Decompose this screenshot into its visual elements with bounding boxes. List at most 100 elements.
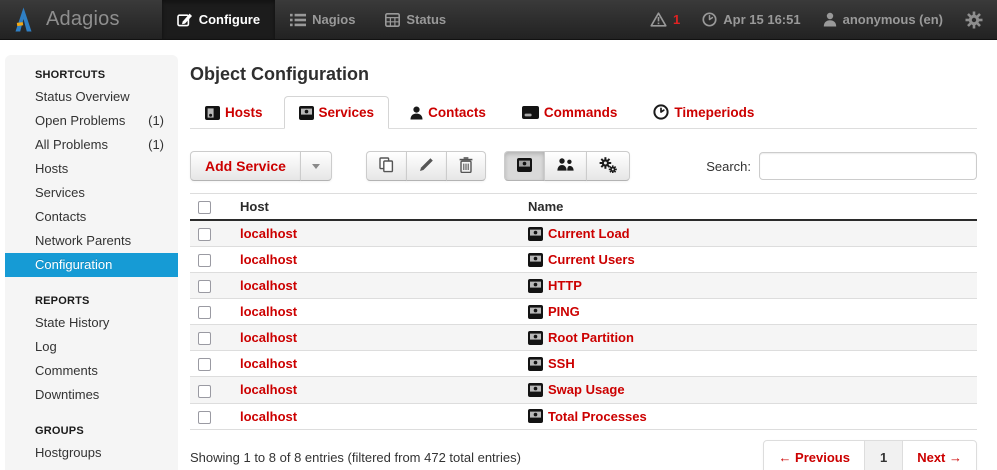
- sidebar-section-title: REPORTS: [5, 291, 178, 311]
- sidebar-item-label: Hostgroups: [35, 445, 101, 461]
- row-checkbox[interactable]: [198, 306, 211, 319]
- service-link[interactable]: Current Load: [548, 226, 630, 241]
- user-menu[interactable]: anonymous (en): [823, 12, 943, 27]
- host-link[interactable]: localhost: [240, 252, 297, 267]
- table-footer: Showing 1 to 8 of 8 entries (filtered fr…: [190, 440, 977, 470]
- host-link[interactable]: localhost: [240, 409, 297, 424]
- row-checkbox[interactable]: [198, 411, 211, 424]
- brand[interactable]: Adagios: [0, 0, 134, 39]
- copy-button[interactable]: [366, 151, 407, 181]
- table-row: localhost HTTP: [190, 273, 977, 299]
- table-body: localhost Current Load localhost: [190, 220, 977, 429]
- nav-item-label: Configure: [199, 12, 260, 27]
- command-icon: [522, 106, 539, 119]
- contact-icon: [410, 106, 423, 120]
- host-link[interactable]: localhost: [240, 382, 297, 397]
- top-nav-menu: Configure Nagios Status: [162, 0, 461, 39]
- contacts-view-button[interactable]: [544, 151, 587, 181]
- settings-view-button[interactable]: [586, 151, 630, 181]
- add-service-dropdown-button[interactable]: [300, 151, 332, 181]
- sidebar-item-open-problems[interactable]: Open Problems (1): [5, 109, 178, 133]
- sidebar-item-label: Comments: [35, 363, 98, 379]
- sidebar-item-contacts[interactable]: Contacts: [5, 205, 178, 229]
- edit-button[interactable]: [406, 151, 447, 181]
- column-header-host[interactable]: Host: [232, 194, 520, 221]
- tab-contacts[interactable]: Contacts: [395, 96, 501, 129]
- tab-label: Hosts: [225, 105, 263, 120]
- service-icon: [528, 409, 543, 423]
- service-link[interactable]: HTTP: [548, 278, 582, 293]
- sidebar-section-title: GROUPS: [5, 421, 178, 441]
- nav-item-status[interactable]: Status: [370, 0, 461, 39]
- service-icon: [528, 253, 543, 267]
- service-icon: [528, 305, 543, 319]
- sidebar-item-label: Status Overview: [35, 89, 130, 105]
- sidebar-item-label: Network Parents: [35, 233, 131, 249]
- sidebar-item-label: All Problems: [35, 137, 108, 153]
- tab-services[interactable]: Services: [284, 96, 390, 129]
- sidebar-item-configuration[interactable]: Configuration: [5, 253, 178, 277]
- service-link[interactable]: Current Users: [548, 252, 635, 267]
- sidebar-item-hosts[interactable]: Hosts: [5, 157, 178, 181]
- search-label: Search:: [706, 159, 751, 174]
- sidebar-item-label: Services: [35, 185, 85, 201]
- main-content: Object Configuration Hosts: [178, 40, 997, 470]
- user-name: anonymous (en): [843, 12, 943, 27]
- nav-item-configure[interactable]: Configure: [162, 0, 275, 39]
- add-service-button[interactable]: Add Service: [190, 151, 301, 181]
- service-icon: [517, 158, 532, 175]
- host-link[interactable]: localhost: [240, 226, 297, 241]
- toolbar: Add Service: [190, 151, 977, 181]
- row-checkbox[interactable]: [198, 254, 211, 267]
- service-link[interactable]: Swap Usage: [548, 382, 625, 397]
- people-icon: [557, 158, 574, 174]
- service-icon: [528, 383, 543, 397]
- nav-item-nagios[interactable]: Nagios: [275, 0, 370, 39]
- warning-icon: [650, 12, 667, 27]
- host-link[interactable]: localhost: [240, 356, 297, 371]
- row-checkbox[interactable]: [198, 385, 211, 398]
- column-header-name[interactable]: Name: [520, 194, 977, 221]
- host-link[interactable]: localhost: [240, 330, 297, 345]
- current-page-button[interactable]: 1: [864, 441, 902, 470]
- sidebar-item-status-overview[interactable]: Status Overview: [5, 85, 178, 109]
- sidebar-item-state-history[interactable]: State History: [5, 311, 178, 335]
- sidebar-item-network-parents[interactable]: Network Parents: [5, 229, 178, 253]
- previous-page-button[interactable]: ← Previous: [764, 441, 864, 470]
- service-link[interactable]: Total Processes: [548, 409, 647, 424]
- object-tabs: Hosts Services: [190, 95, 977, 129]
- host-link[interactable]: localhost: [240, 278, 297, 293]
- sidebar-section-title: SHORTCUTS: [5, 65, 178, 85]
- tab-commands[interactable]: Commands: [507, 96, 633, 129]
- next-page-button[interactable]: Next →: [902, 441, 976, 470]
- delete-button[interactable]: [446, 151, 486, 181]
- sidebar-item-services[interactable]: Services: [5, 181, 178, 205]
- host-link[interactable]: localhost: [240, 304, 297, 319]
- alerts-indicator[interactable]: 1: [650, 12, 680, 27]
- service-link[interactable]: Root Partition: [548, 330, 634, 345]
- tab-hosts[interactable]: Hosts: [190, 96, 278, 129]
- sidebar-item-badge: (1): [148, 113, 164, 129]
- row-checkbox[interactable]: [198, 358, 211, 371]
- sidebar-item-label: Open Problems: [35, 113, 125, 129]
- services-view-button[interactable]: [504, 151, 545, 181]
- sidebar-item-comments[interactable]: Comments: [5, 359, 178, 383]
- sidebar-item-log[interactable]: Log: [5, 335, 178, 359]
- row-checkbox[interactable]: [198, 280, 211, 293]
- sidebar-item-hostgroups[interactable]: Hostgroups: [5, 441, 178, 465]
- settings-gear-icon[interactable]: [965, 11, 983, 29]
- sidebar-item-all-problems[interactable]: All Problems (1): [5, 133, 178, 157]
- sidebar-item-downtimes[interactable]: Downtimes: [5, 383, 178, 407]
- datetime-display[interactable]: Apr 15 16:51: [702, 12, 800, 27]
- table-row: localhost Current Load: [190, 220, 977, 247]
- select-all-checkbox[interactable]: [198, 201, 211, 214]
- trash-icon: [459, 157, 473, 176]
- row-checkbox[interactable]: [198, 228, 211, 241]
- row-checkbox[interactable]: [198, 332, 211, 345]
- search-input[interactable]: [759, 152, 977, 180]
- entries-summary: Showing 1 to 8 of 8 entries (filtered fr…: [190, 450, 521, 465]
- tab-timeperiods[interactable]: Timeperiods: [638, 95, 769, 129]
- host-icon: [205, 106, 220, 120]
- service-link[interactable]: SSH: [548, 356, 575, 371]
- service-link[interactable]: PING: [548, 304, 580, 319]
